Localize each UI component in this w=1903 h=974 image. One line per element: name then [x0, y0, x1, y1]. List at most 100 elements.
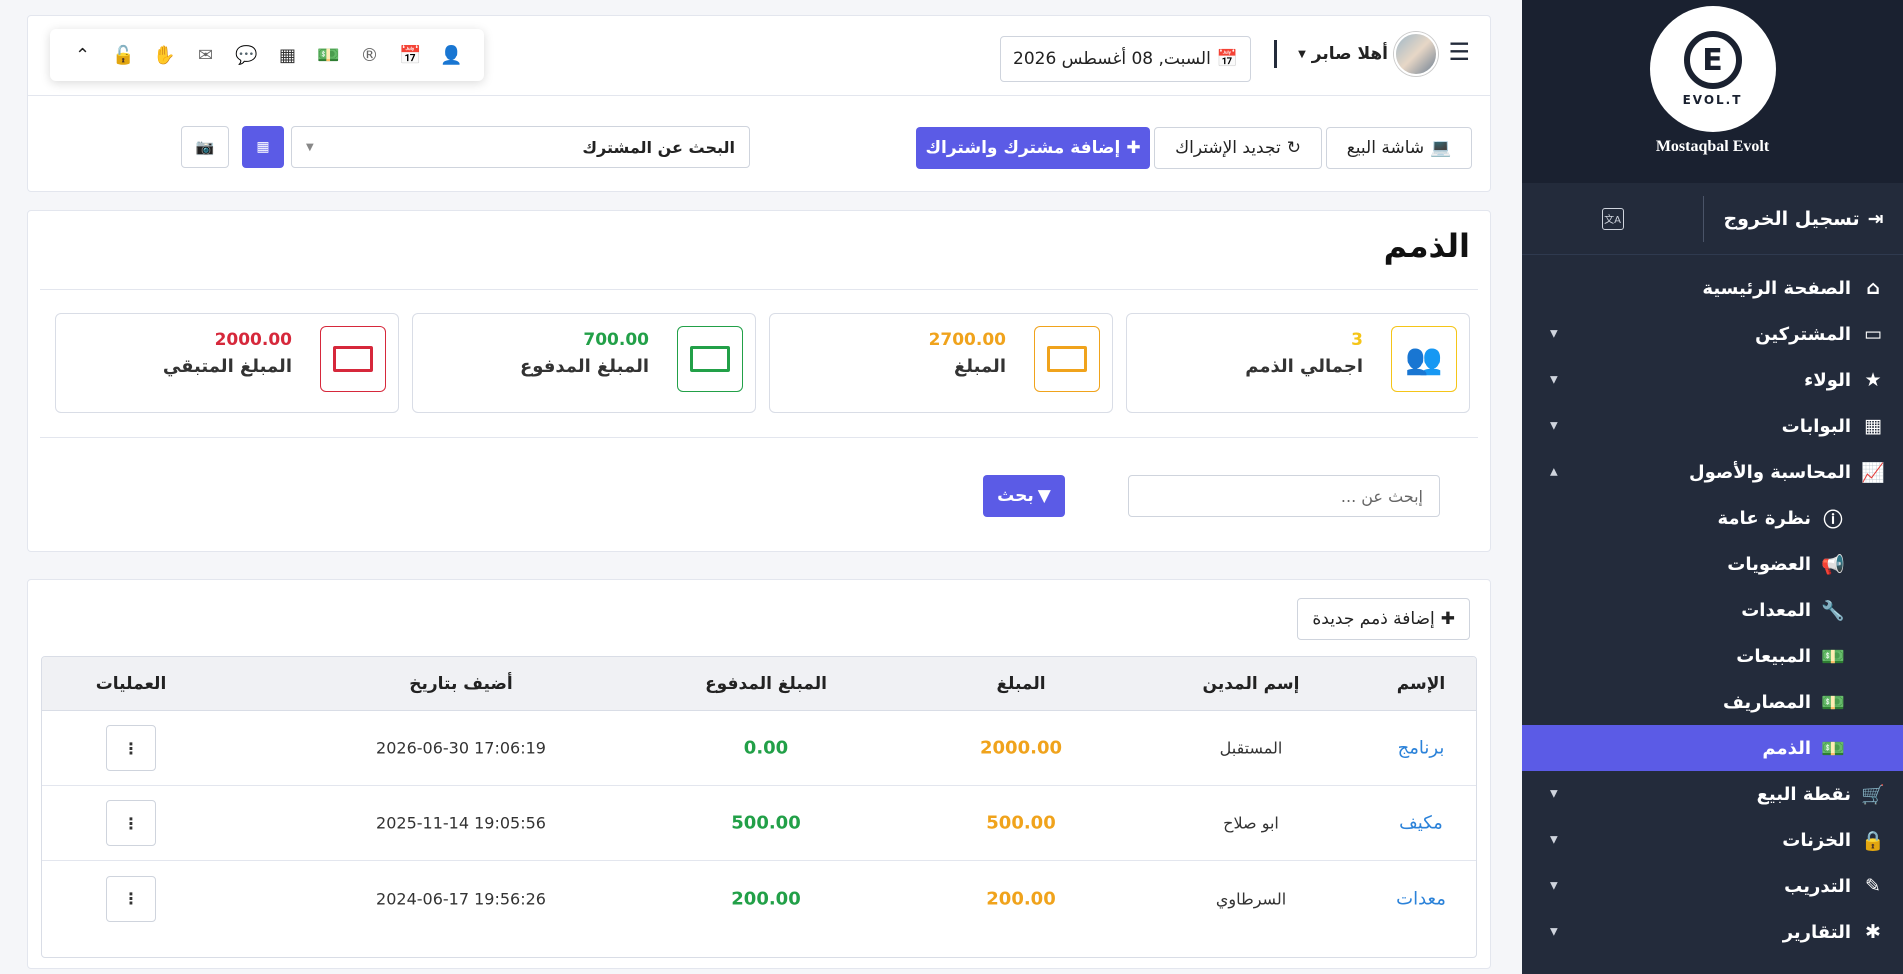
- sidebar-item-training[interactable]: ✎ التدريب ▼: [1522, 863, 1903, 909]
- row-actions: ⋮: [106, 800, 156, 846]
- sidebar-item-accounting[interactable]: 📈 المحاسبة والأصول ▲: [1522, 449, 1903, 495]
- search-placeholder: إبحث عن ...: [1340, 486, 1423, 506]
- sidebar-item-pos[interactable]: 🛒 نقطة البيع ▼: [1522, 771, 1903, 817]
- lock-icon: 🔒: [1861, 829, 1885, 852]
- page-title: الذمم: [1383, 227, 1470, 265]
- row-actions: ⋮: [106, 725, 156, 771]
- logout-button[interactable]: ⇥ تسجيل الخروج: [1703, 195, 1903, 242]
- user-plus-icon[interactable]: 👤: [439, 45, 465, 66]
- sidebar-item-equipment[interactable]: 🔧 المعدات: [1522, 587, 1903, 633]
- search-button[interactable]: ▼ بحث: [983, 475, 1065, 517]
- more-actions-button[interactable]: ⋮: [106, 875, 156, 922]
- stat-value: 3: [1351, 330, 1363, 350]
- brand-logo[interactable]: E EVOL.T: [1649, 6, 1776, 132]
- brand-name: Mostaqbal Evolt: [1655, 138, 1770, 155]
- sidebar-item-expenses[interactable]: 💵 المصاريف: [1522, 679, 1903, 725]
- debt-name-link[interactable]: معدات: [1396, 888, 1446, 909]
- column-header[interactable]: أضيف بتاريخ: [409, 674, 513, 694]
- plus-icon: ✚: [1440, 609, 1455, 629]
- camera-icon: 📷: [195, 138, 215, 156]
- calendar-icon[interactable]: 📅: [398, 45, 424, 66]
- subscriber-search-select[interactable]: البحث عن المشترك ▼: [291, 126, 750, 168]
- button-label: شاشة البيع: [1346, 138, 1425, 158]
- logo-area: E EVOL.T Mostaqbal Evolt: [1522, 0, 1903, 183]
- qrcode-icon[interactable]: ▦: [275, 45, 301, 66]
- cart-icon: 🛒: [1861, 783, 1885, 806]
- laptop-icon: ▭: [1864, 323, 1882, 345]
- sidebar-item-safes[interactable]: 🔒 الخزنات ▼: [1522, 817, 1903, 863]
- created-date: 2026-06-30 17:06:19: [376, 738, 546, 758]
- sidebar-item-gates[interactable]: ▦ البوابات ▼: [1522, 403, 1903, 449]
- sidebar-item-home[interactable]: ⌂ الصفحة الرئيسية: [1522, 265, 1903, 311]
- sidebar-item-label: المشتركين: [1755, 323, 1851, 345]
- sidebar-item-label: الولاء: [1804, 369, 1851, 391]
- money-icon[interactable]: 💵: [316, 45, 342, 66]
- stat-total-debts: 👥 3 اجمالي الذمم: [1126, 313, 1470, 413]
- sidebar-item-debts[interactable]: 💵 الذمم: [1522, 725, 1903, 771]
- unlock-icon[interactable]: 🔓: [111, 45, 137, 66]
- sidebar-item-label: نظرة عامة: [1717, 507, 1812, 529]
- refresh-icon: ↻: [1286, 138, 1301, 158]
- magic-icon: ✎: [1865, 875, 1881, 897]
- menu-toggle-icon[interactable]: ☰: [1448, 38, 1470, 66]
- debt-name-link[interactable]: مكيف: [1399, 813, 1443, 834]
- user-menu[interactable]: أهلا صابر ▼: [1298, 32, 1438, 76]
- expand-up-icon[interactable]: ⌃: [70, 45, 96, 66]
- column-header[interactable]: الإسم: [1397, 674, 1446, 694]
- stat-label: اجمالي الذمم: [1245, 356, 1363, 377]
- divider: [40, 437, 1478, 438]
- column-header[interactable]: المبلغ: [996, 674, 1045, 694]
- hand-icon[interactable]: ✋: [152, 45, 178, 66]
- column-header[interactable]: إسم المدين: [1203, 674, 1300, 694]
- caret-down-icon: ▼: [1550, 880, 1558, 892]
- sign-out-icon: ⇥: [1867, 207, 1884, 230]
- table-header: الإسم إسم المدين المبلغ المبلغ المدفوع أ…: [42, 657, 1476, 711]
- amount: 500.00: [986, 812, 1056, 834]
- money-icon: 1: [1034, 326, 1100, 392]
- sidebar-item-overview[interactable]: ⓘ نظرة عامة: [1522, 495, 1903, 541]
- sidebar-item-label: الذمم: [1762, 737, 1811, 759]
- money-icon: 1: [320, 326, 386, 392]
- registered-icon[interactable]: ®: [357, 45, 383, 66]
- button-label: بحث: [997, 486, 1034, 506]
- date-text: السبت, 08 أغسطس 2026: [1013, 49, 1211, 69]
- qrcode-button[interactable]: ▦: [242, 126, 284, 168]
- add-debt-button[interactable]: ✚ إضافة ذمم جديدة: [1297, 598, 1470, 640]
- column-header[interactable]: المبلغ المدفوع: [705, 674, 827, 694]
- pos-screen-button[interactable]: 💻 شاشة البيع: [1326, 127, 1472, 169]
- search-input[interactable]: إبحث عن ...: [1128, 475, 1440, 517]
- comment-icon[interactable]: 💬: [234, 45, 260, 66]
- renew-subscription-button[interactable]: ↻ تجديد الإشتراك: [1154, 127, 1322, 169]
- sidebar: E EVOL.T Mostaqbal Evolt ⇥ تسجيل الخروج …: [1522, 0, 1903, 974]
- more-actions-button[interactable]: ⋮: [106, 800, 156, 846]
- money-icon: 1: [677, 326, 743, 392]
- divider: [28, 95, 1490, 96]
- sidebar-item-subscribers[interactable]: ▭ المشتركين ▼: [1522, 311, 1903, 357]
- megaphone-icon: 📢: [1821, 553, 1845, 576]
- debts-table-card: ✚ إضافة ذمم جديدة الإسم إسم المدين المبل…: [27, 579, 1491, 969]
- camera-button[interactable]: 📷: [181, 126, 229, 168]
- sidebar-item-memberships[interactable]: 📢 العضويات: [1522, 541, 1903, 587]
- language-button[interactable]: 文A: [1522, 207, 1703, 230]
- add-subscriber-button[interactable]: ✚ إضافة مشترك واشتراك: [916, 127, 1150, 169]
- info-icon: ⓘ: [1823, 508, 1843, 531]
- more-actions-button[interactable]: ⋮: [106, 725, 156, 771]
- stat-label: المبلغ: [954, 356, 1006, 377]
- sidebar-item-label: المعدات: [1741, 599, 1811, 621]
- logo-text: EVOL.T: [1682, 93, 1743, 107]
- qrcode-icon: ▦: [256, 139, 270, 155]
- envelope-icon[interactable]: ✉: [193, 45, 219, 66]
- sidebar-item-loyalty[interactable]: ★ الولاء ▼: [1522, 357, 1903, 403]
- debt-name-link[interactable]: برنامج: [1398, 738, 1445, 759]
- column-header[interactable]: العمليات: [96, 674, 167, 694]
- debts-summary-card: الذمم 👥 3 اجمالي الذمم 1 2700.00 المبلغ …: [27, 210, 1491, 552]
- stat-value: 700.00: [583, 330, 649, 350]
- paid-amount: 0.00: [743, 737, 789, 759]
- wrench-icon: 🔧: [1821, 599, 1845, 622]
- logout-row: ⇥ تسجيل الخروج 文A: [1522, 183, 1903, 255]
- button-label: إضافة ذمم جديدة: [1312, 609, 1435, 629]
- select-value: البحث عن المشترك: [582, 137, 735, 157]
- sidebar-item-sales[interactable]: 💵 المبيعات: [1522, 633, 1903, 679]
- users-icon: 👥: [1391, 326, 1457, 392]
- sidebar-item-reports[interactable]: ✱ التقارير ▼: [1522, 909, 1903, 955]
